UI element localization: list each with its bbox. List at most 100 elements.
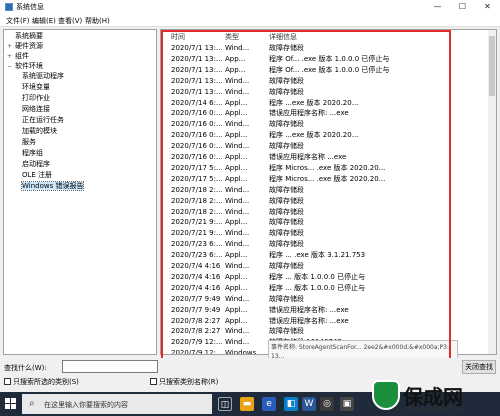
cell-detail: 错误应用程序名称: ...exe	[269, 109, 349, 118]
column-header-time[interactable]: 时间	[171, 32, 185, 42]
cell-detail: 程序 ...exe 版本 2020.20...	[269, 98, 359, 107]
find-input[interactable]	[62, 360, 158, 373]
cell-detail: 故障存储段	[269, 218, 304, 227]
table-row[interactable]: 2020/7/17 5:... Appl... 程序 Micros... .exe …	[161, 174, 491, 184]
tree-item-startup[interactable]: 启动程序	[22, 159, 50, 169]
tree-item-env-vars[interactable]: 环境变量	[22, 82, 50, 92]
checkbox-search-names[interactable]: 只搜索类别名称(R)	[150, 377, 218, 387]
menu-help[interactable]: 帮助(H)	[85, 16, 110, 26]
table-row[interactable]: 2020/7/18 2:... Wind... 故障存储段	[161, 207, 491, 217]
cell-time: 2020/7/16 0:...	[171, 109, 223, 118]
cell-type: Wind...	[225, 229, 250, 238]
cell-time: 2020/7/16 0:...	[171, 153, 223, 161]
tree-item-hardware[interactable]: + 硬件资源	[7, 41, 43, 51]
table-row[interactable]: 2020/7/16 0:... Appl... 错误应用程序名称 ...exe	[161, 152, 491, 162]
cell-time: 2020/7/7 9:49	[171, 294, 221, 303]
table-row[interactable]: 2020/7/16 0:... Appl... 错误应用程序名称: ...exe	[161, 108, 491, 118]
close-button[interactable]: ✕	[475, 0, 500, 14]
taskbar-search-box[interactable]: ⌕ 在这里输入你要搜索的内容	[22, 394, 212, 414]
cell-time: 2020/7/21 9:...	[171, 229, 223, 238]
vertical-scrollbar[interactable]	[488, 30, 496, 354]
cell-detail: 故障存储段	[269, 120, 304, 129]
table-row[interactable]: 2020/7/21 9:... Wind... 故障存储段	[161, 228, 491, 238]
collapse-icon[interactable]: −	[7, 62, 13, 72]
table-row[interactable]: 2020/7/16 0:... Wind... 故障存储段	[161, 119, 491, 129]
table-row[interactable]: 2020/7/14 6:... Appl... 程序 ...exe 版本 2020.…	[161, 98, 491, 108]
task-view-icon[interactable]: ◫	[218, 397, 232, 411]
cell-detail: 故障存储段	[269, 87, 304, 96]
table-row[interactable]: 2020/7/23 6:... Wind... 故障存储段	[161, 239, 491, 249]
word-icon[interactable]: W	[302, 397, 316, 411]
windows-start-icon[interactable]	[5, 398, 17, 410]
table-row[interactable]: 2020/7/1 13:... Wind... 故障存储段	[161, 43, 491, 53]
tree-item-program-groups[interactable]: 程序组	[22, 148, 43, 158]
tree-item-error-reports[interactable]: Windows 错误报告	[20, 181, 85, 191]
table-row[interactable]: 2020/7/8 2:27 Appl... 错误应用程序名称: ...exe	[161, 316, 491, 326]
table-row[interactable]: 2020/7/23 6:... Appl... 程序 ... .exe 版本 3.1…	[161, 250, 491, 260]
close-find-button[interactable]: 关闭查找	[462, 360, 496, 374]
details-list[interactable]: 时间 类型 详细信息 2020/7/1 13:... Wind... 故障存储段 20…	[160, 29, 497, 355]
table-row[interactable]: 2020/7/1 13:... Wind... 故障存储段	[161, 76, 491, 86]
table-row[interactable]: 2020/7/16 0:... Wind... 故障存储段	[161, 141, 491, 151]
cell-type: Wind...	[225, 76, 250, 85]
column-header-detail[interactable]: 详细信息	[269, 32, 297, 42]
menu-edit[interactable]: 编辑(E)	[32, 16, 56, 26]
cell-time: 2020/7/16 0:...	[171, 142, 223, 151]
cell-type: Appl...	[225, 98, 248, 107]
checkbox-search-selected[interactable]: 只搜索所选的类别(S)	[4, 377, 79, 387]
tree-item-ole[interactable]: OLE 注册	[22, 170, 52, 180]
system-info-taskbar-icon[interactable]: ▣	[340, 397, 354, 411]
column-header-type[interactable]: 类型	[225, 32, 239, 42]
cell-detail: 故障存储段	[269, 185, 304, 194]
table-row[interactable]: 2020/7/4 4:16 Appl... 程序 ... 版本 1.0.0.0 已停…	[161, 272, 491, 282]
table-row[interactable]: 2020/7/7 9:49 Wind... 故障存储段	[161, 294, 491, 304]
cell-time: 2020/7/16 0:...	[171, 120, 223, 129]
title-bar: 系统信息 — ☐ ✕	[0, 0, 500, 14]
table-row[interactable]: 2020/7/4 4:16 Wind... 故障存储段	[161, 261, 491, 271]
table-row[interactable]: 2020/7/1 13:... App... 程序 Of... .exe 版本 1.…	[161, 54, 491, 64]
checkbox-icon[interactable]	[4, 378, 11, 385]
store-icon[interactable]: ◧	[284, 397, 298, 411]
table-row[interactable]: 2020/7/18 2:... Wind... 故障存储段	[161, 196, 491, 206]
menu-view[interactable]: 查看(V)	[58, 16, 82, 26]
cell-type: Appl...	[225, 174, 248, 183]
table-row[interactable]: 2020/7/1 13:... App... 程序 Of... .exe 版本 1.…	[161, 65, 491, 75]
cell-detail: 程序 Micros... .exe 版本 2020.20...	[269, 174, 386, 183]
table-row[interactable]: 2020/7/21 9:... Appl... 故障存储段	[161, 217, 491, 227]
tree-item-services[interactable]: 服务	[22, 137, 36, 147]
tree-item-software[interactable]: − 软件环境	[7, 61, 43, 71]
edge-browser-icon[interactable]: e	[262, 397, 276, 411]
cell-time: 2020/7/1 13:...	[171, 44, 223, 52]
file-explorer-icon[interactable]: ▬	[240, 397, 254, 411]
cell-type: Wind...	[225, 185, 250, 194]
table-row[interactable]: 2020/7/8 2:27 Wind... 故障存储段	[161, 326, 491, 336]
cell-time: 2020/7/9 12:...	[171, 338, 223, 347]
table-row[interactable]: 2020/7/7 9:49 Appl... 错误应用程序名称: ...exe	[161, 305, 491, 315]
tree-item-network[interactable]: 网络连接	[22, 104, 50, 114]
cell-time: 2020/7/18 2:...	[171, 185, 223, 194]
app-icon[interactable]: ◎	[320, 397, 334, 411]
cell-time: 2020/7/8 2:27	[171, 327, 221, 336]
menu-file[interactable]: 文件(F)	[6, 16, 30, 26]
checkbox-icon[interactable]	[150, 378, 157, 385]
cell-type: Appl...	[225, 316, 248, 325]
table-row[interactable]: 2020/7/16 0:... Appl... 程序 ...exe 版本 2020.…	[161, 130, 491, 140]
category-tree[interactable]: 系统摘要 + 硬件资源 + 组件 − 软件环境 系统驱动程序 环境变量 打印作业 网络…	[3, 29, 157, 355]
minimize-button[interactable]: —	[425, 0, 450, 14]
cell-detail: 程序 ... 版本 1.0.0.0 已停止与	[269, 283, 366, 292]
cell-detail: 错误应用程序名称: ...exe	[269, 316, 349, 325]
table-row[interactable]: 2020/7/1 13:... Wind... 故障存储段	[161, 87, 491, 97]
window-title: 系统信息	[16, 3, 44, 11]
table-row[interactable]: 2020/7/17 5:... Appl... 程序 Micros... .exe …	[161, 163, 491, 173]
tree-item-print-jobs[interactable]: 打印作业	[22, 93, 50, 103]
tree-item-components[interactable]: + 组件	[7, 51, 29, 61]
maximize-button[interactable]: ☐	[450, 0, 475, 14]
table-row[interactable]: 2020/7/18 2:... Wind... 故障存储段	[161, 185, 491, 195]
scrollbar-thumb[interactable]	[489, 36, 495, 96]
table-row[interactable]: 2020/7/4 4:16 Appl... 程序 ... 版本 1.0.0.0 已停…	[161, 283, 491, 293]
cell-type: Wind...	[225, 196, 250, 205]
tree-item-drivers[interactable]: 系统驱动程序	[22, 71, 64, 81]
tree-item-running-tasks[interactable]: 正在运行任务	[22, 115, 64, 125]
tree-item-loaded-modules[interactable]: 加载的模块	[22, 126, 57, 136]
tree-item-system-summary[interactable]: 系统摘要	[7, 31, 43, 41]
